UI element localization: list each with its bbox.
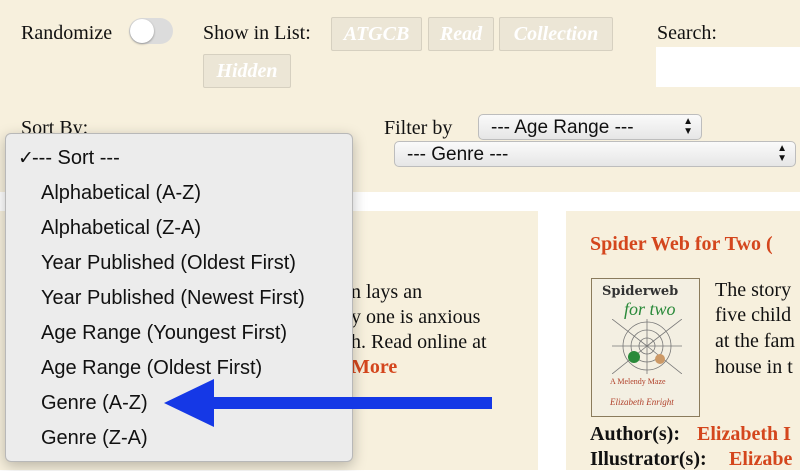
card-description-line: five child <box>715 304 792 326</box>
spiderweb-icon <box>612 319 682 374</box>
show-in-list-label: Show in List: <box>203 22 311 44</box>
chip-collection[interactable]: Collection <box>499 17 613 51</box>
sort-option-alpha-az[interactable]: Alphabetical (A-Z) <box>41 176 201 210</box>
select-arrows-icon: ▲ ▼ <box>683 116 693 137</box>
search-input[interactable] <box>656 47 800 87</box>
book-title-link[interactable]: Spider Web for Two ( <box>590 233 773 256</box>
card-description-line: house in t <box>715 356 793 378</box>
illustrator-link[interactable]: Elizabe <box>729 448 792 471</box>
sort-option-age-youngest[interactable]: Age Range (Youngest First) <box>41 316 287 350</box>
age-range-select[interactable]: --- Age Range --- ▲ ▼ <box>478 114 702 140</box>
chip-read[interactable]: Read <box>428 17 494 51</box>
sort-option-alpha-za[interactable]: Alphabetical (Z-A) <box>41 211 201 245</box>
chip-atgcb[interactable]: ATGCB <box>331 17 422 51</box>
author-label: Author(s): <box>590 423 680 445</box>
toggle-knob <box>130 19 154 43</box>
book-cover-image[interactable]: Spiderweb for two A Melendy Maze Elizabe… <box>591 278 700 417</box>
card-description-line: at the fam <box>715 330 795 352</box>
search-label: Search: <box>657 22 717 44</box>
age-range-select-value: --- Age Range --- <box>491 117 634 138</box>
cover-subtitle: A Melendy Maze <box>610 377 666 386</box>
cover-author: Elizabeth Enright <box>610 397 674 407</box>
sort-option-genre-za[interactable]: Genre (Z-A) <box>41 421 148 455</box>
randomize-toggle[interactable] <box>129 18 173 44</box>
cover-title-line: Spiderweb <box>602 284 679 299</box>
sort-option-genre-az[interactable]: Genre (A-Z) <box>41 386 148 420</box>
genre-select-value: --- Genre --- <box>407 144 509 165</box>
card-description-line: The story <box>715 279 792 301</box>
illustrator-label: Illustrator(s): <box>590 448 707 470</box>
sort-option-year-newest[interactable]: Year Published (Newest First) <box>41 281 305 315</box>
genre-select[interactable]: --- Genre --- ▲ ▼ <box>394 141 796 167</box>
card-description-line: n lays an <box>351 281 423 303</box>
author-link[interactable]: Elizabeth I <box>697 423 791 446</box>
pointer-arrow-icon <box>164 379 492 427</box>
randomize-label: Randomize <box>21 22 113 44</box>
card-description-line: y one is anxious <box>351 306 481 328</box>
sort-option-year-oldest[interactable]: Year Published (Oldest First) <box>41 246 296 280</box>
filter-label: Filter by <box>384 117 453 139</box>
sort-option-default[interactable]: --- Sort --- <box>32 141 120 175</box>
select-arrows-icon: ▲ ▼ <box>777 143 787 164</box>
chip-hidden[interactable]: Hidden <box>203 54 291 88</box>
card-description-line: h. Read online at <box>351 331 487 353</box>
cover-title-line: for two <box>624 299 676 319</box>
